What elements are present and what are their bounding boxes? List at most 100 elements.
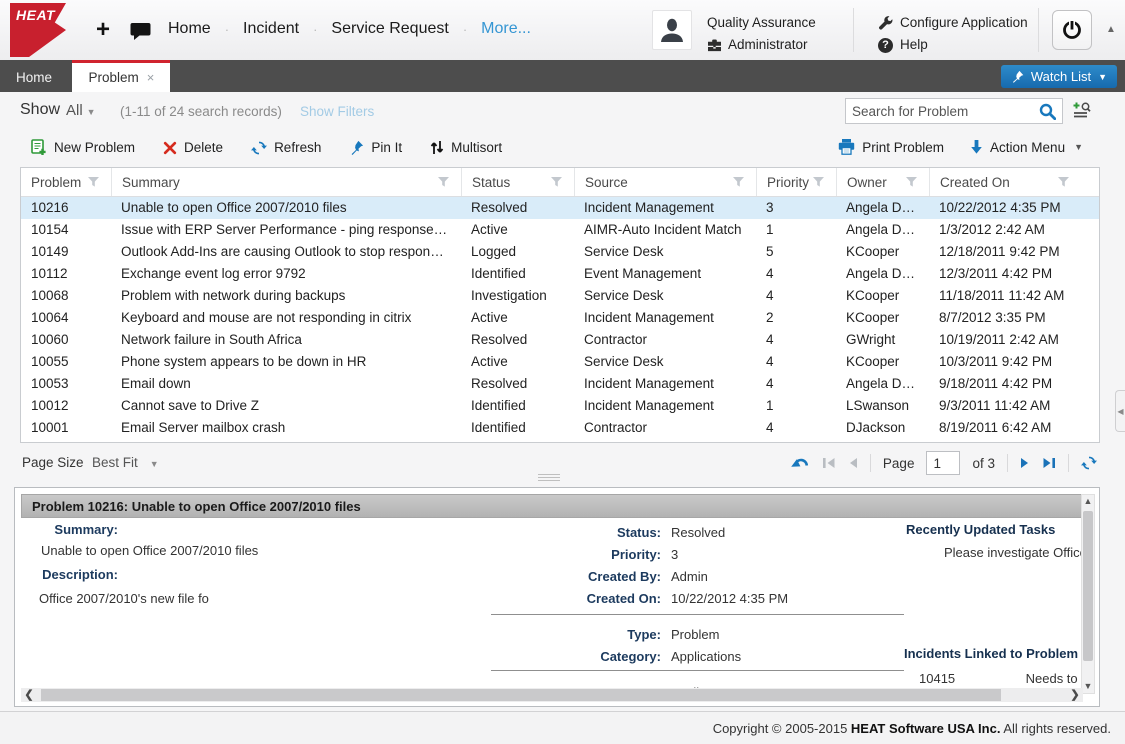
user-avatar[interactable] bbox=[652, 10, 692, 50]
cell-summary: Phone system appears to be down in HR bbox=[111, 351, 461, 373]
table-row[interactable]: 10053 Email down Resolved Incident Manag… bbox=[21, 373, 1099, 395]
last-page-button[interactable] bbox=[1042, 457, 1056, 469]
copyright-company: HEAT Software USA Inc. bbox=[851, 721, 1001, 736]
delete-x-icon bbox=[163, 141, 177, 155]
filter-funnel-icon[interactable] bbox=[551, 177, 562, 187]
table-row[interactable]: 10154 Issue with ERP Server Performance … bbox=[21, 219, 1099, 241]
previous-page-button[interactable] bbox=[848, 457, 858, 469]
nav-service-request[interactable]: Service Request bbox=[331, 20, 448, 38]
filter-funnel-icon[interactable] bbox=[906, 177, 917, 187]
column-header-owner[interactable]: Owner bbox=[836, 168, 929, 196]
multisort-button[interactable]: Multisort bbox=[430, 139, 502, 156]
cell-priority: 5 bbox=[756, 241, 836, 263]
scroll-right-arrow-icon[interactable]: ❯ bbox=[1067, 688, 1083, 702]
cell-problem-id: 10154 bbox=[21, 219, 111, 241]
print-problem-button[interactable]: Print Problem bbox=[838, 139, 944, 155]
show-label: Show bbox=[20, 101, 60, 119]
side-panel-collapse-handle[interactable]: ◀ bbox=[1115, 390, 1125, 432]
table-row[interactable]: 10060 Network failure in South Africa Re… bbox=[21, 329, 1099, 351]
cell-summary: Cannot save to Drive Z bbox=[111, 395, 461, 417]
tab-bar: Home Problem × Watch List ▼ bbox=[0, 60, 1125, 92]
cell-owner: GWright bbox=[836, 329, 929, 351]
watch-list-button[interactable]: Watch List ▼ bbox=[1001, 65, 1117, 88]
configure-application-link[interactable]: Configure Application bbox=[878, 12, 1028, 34]
heat-logo[interactable]: HEAT bbox=[10, 3, 66, 57]
column-header-priority[interactable]: Priority bbox=[756, 168, 836, 196]
table-row[interactable]: 10216 Unable to open Office 2007/2010 fi… bbox=[21, 197, 1099, 219]
cell-source: Service Desk bbox=[574, 351, 756, 373]
filter-funnel-icon[interactable] bbox=[438, 177, 449, 187]
next-page-button[interactable] bbox=[1020, 457, 1030, 469]
task-item[interactable]: Please investigate Office bbox=[944, 545, 1084, 560]
filter-funnel-icon[interactable] bbox=[733, 177, 744, 187]
cell-source: Incident Management bbox=[574, 307, 756, 329]
return-to-list-icon[interactable] bbox=[790, 455, 810, 471]
column-header-source[interactable]: Source bbox=[574, 168, 756, 196]
table-row[interactable]: 10064 Keyboard and mouse are not respond… bbox=[21, 307, 1099, 329]
page-size-dropdown[interactable]: Best Fit▼ bbox=[92, 455, 159, 470]
scrollbar-thumb[interactable] bbox=[41, 689, 1001, 701]
tab-close-icon[interactable]: × bbox=[147, 70, 155, 85]
show-dropdown[interactable]: All▼ bbox=[66, 102, 96, 119]
filter-funnel-icon[interactable] bbox=[1058, 177, 1069, 187]
saved-search-icon[interactable] bbox=[1072, 101, 1091, 120]
delete-button[interactable]: Delete bbox=[163, 139, 223, 156]
help-link[interactable]: ? Help bbox=[878, 34, 1028, 56]
cell-owner: KCooper bbox=[836, 285, 929, 307]
page-number-input[interactable] bbox=[926, 451, 960, 475]
table-row[interactable]: 10149 Outlook Add-Ins are causing Outloo… bbox=[21, 241, 1099, 263]
nav-incident[interactable]: Incident bbox=[243, 20, 299, 38]
incident-id[interactable]: 10415 bbox=[919, 671, 955, 686]
table-row[interactable]: 10001 Email Server mailbox crash Identif… bbox=[21, 417, 1099, 439]
filter-funnel-icon[interactable] bbox=[813, 177, 824, 187]
cell-summary: Email Server mailbox crash bbox=[111, 417, 461, 439]
nav-more[interactable]: More... bbox=[481, 20, 531, 38]
watch-list-label: Watch List bbox=[1031, 69, 1091, 84]
new-record-icon[interactable]: + bbox=[96, 16, 110, 44]
incident-summary: Needs to u bbox=[1026, 671, 1089, 686]
scrollbar-thumb[interactable] bbox=[1083, 511, 1093, 661]
detail-vertical-scrollbar[interactable]: ▲ ▼ bbox=[1081, 494, 1095, 694]
first-page-button[interactable] bbox=[822, 457, 836, 469]
collapse-header-arrow-icon[interactable]: ▲ bbox=[1106, 24, 1116, 35]
refresh-list-icon[interactable] bbox=[1081, 455, 1097, 471]
pin-it-button[interactable]: Pin It bbox=[349, 139, 402, 156]
table-row[interactable]: 10112 Exchange event log error 9792 Iden… bbox=[21, 263, 1099, 285]
multisort-label: Multisort bbox=[451, 140, 502, 155]
header-divider bbox=[853, 8, 854, 52]
table-row[interactable]: 10012 Cannot save to Drive Z Identified … bbox=[21, 395, 1099, 417]
scroll-left-arrow-icon[interactable]: ❮ bbox=[21, 688, 37, 702]
column-header-status[interactable]: Status bbox=[461, 168, 574, 196]
cell-status: Identified bbox=[461, 263, 574, 285]
column-header-problem[interactable]: Problem bbox=[21, 168, 111, 196]
user-name: Administrator bbox=[728, 34, 808, 56]
filter-funnel-icon[interactable] bbox=[88, 177, 99, 187]
splitter-grip[interactable] bbox=[538, 474, 560, 483]
refresh-icon bbox=[251, 140, 267, 156]
scroll-up-arrow-icon[interactable]: ▲ bbox=[1082, 495, 1094, 508]
refresh-button[interactable]: Refresh bbox=[251, 139, 321, 156]
person-icon bbox=[658, 16, 686, 44]
copyright-prefix: Copyright © 2005-2015 bbox=[713, 721, 851, 736]
cell-owner: Angela Dale bbox=[836, 373, 929, 395]
column-header-summary[interactable]: Summary bbox=[111, 168, 461, 196]
cell-status: Investigation bbox=[461, 285, 574, 307]
new-problem-button[interactable]: New Problem bbox=[30, 139, 135, 156]
nav-home[interactable]: Home bbox=[168, 20, 211, 38]
column-header-created-on[interactable]: Created On bbox=[929, 168, 1099, 196]
scroll-down-arrow-icon[interactable]: ▼ bbox=[1082, 680, 1094, 693]
detail-horizontal-scrollbar[interactable]: ❮ ❯ bbox=[21, 688, 1083, 702]
table-row[interactable]: 10055 Phone system appears to be down in… bbox=[21, 351, 1099, 373]
linked-incident-row[interactable]: 10415 Needs to u bbox=[919, 670, 1088, 688]
chat-bubble-icon[interactable] bbox=[130, 22, 151, 41]
action-menu-button[interactable]: Action Menu ▼ bbox=[970, 139, 1083, 155]
table-row[interactable]: 10068 Problem with network during backup… bbox=[21, 285, 1099, 307]
logout-power-button[interactable] bbox=[1052, 10, 1092, 50]
tab-home[interactable]: Home bbox=[0, 62, 68, 94]
tab-problem[interactable]: Problem × bbox=[72, 60, 170, 92]
search-input[interactable] bbox=[846, 104, 1039, 119]
cell-owner: LSwanson bbox=[836, 395, 929, 417]
search-icon[interactable] bbox=[1039, 103, 1056, 120]
power-icon bbox=[1061, 19, 1083, 41]
show-filters-link[interactable]: Show Filters bbox=[300, 104, 374, 119]
